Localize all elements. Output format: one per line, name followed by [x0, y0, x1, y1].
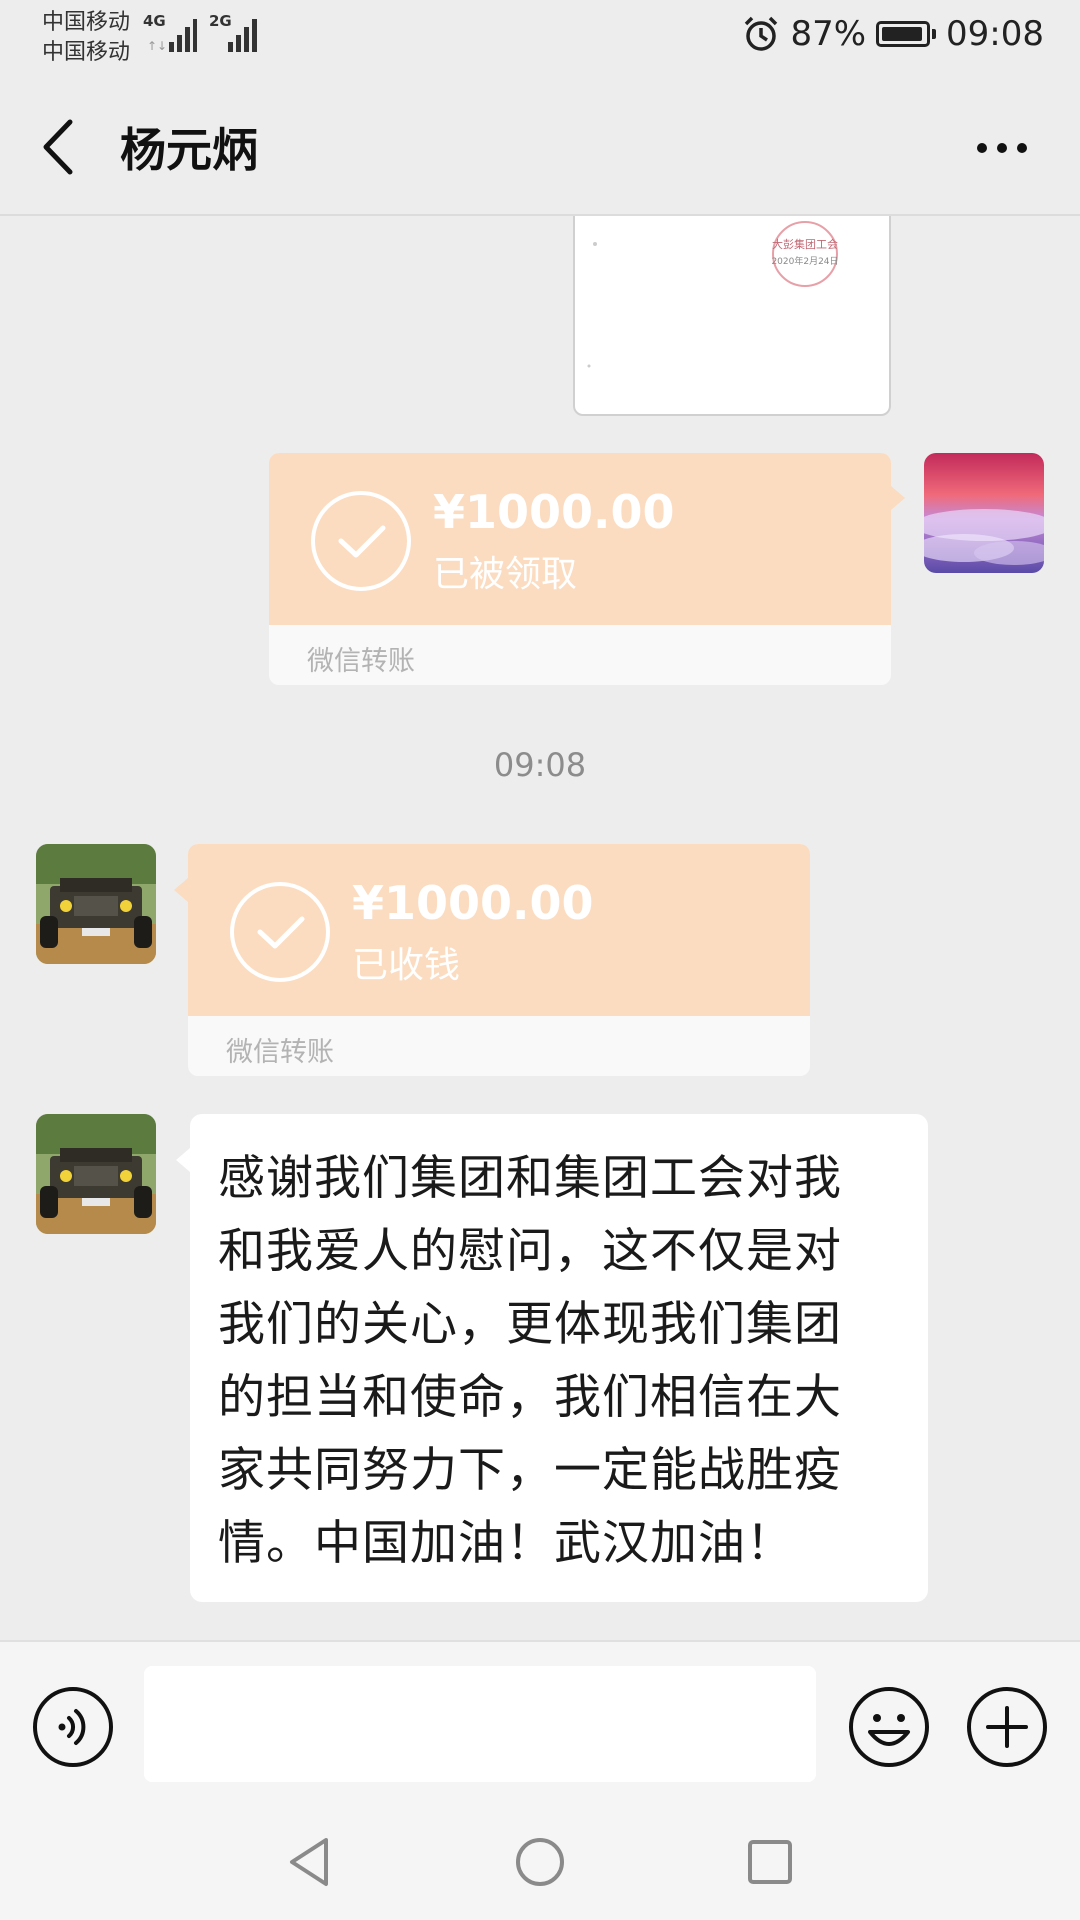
- jeep-avatar-image: [36, 844, 156, 964]
- message-line: 和我爱人的慰问，这不仅是对: [218, 1224, 842, 1279]
- official-stamp: 大彭集团工会 2020年2月24日: [587, 221, 839, 368]
- sunset-sea-avatar-image: [924, 453, 1044, 573]
- jeep-avatar-image: [36, 1114, 156, 1234]
- signal-icon-2: [228, 19, 257, 52]
- my-avatar[interactable]: [924, 453, 1044, 573]
- message-input-bar: [0, 1640, 1080, 1800]
- transfer-amount: ¥1000.00: [352, 876, 594, 930]
- chat-header: 杨元炳: [0, 76, 1080, 214]
- bubble-tail-left: [174, 878, 188, 902]
- transfer-footer: 微信转账: [226, 1037, 334, 1068]
- transfer-message-sent[interactable]: ¥1000.00 已被领取 微信转账: [269, 453, 891, 685]
- carrier-1: 中国移动: [42, 10, 131, 35]
- carrier-labels: 中国移动 中国移动: [42, 8, 130, 68]
- contact-avatar[interactable]: [36, 844, 156, 964]
- message-line: 的担当和使命，我们相信在大: [218, 1370, 842, 1425]
- text-message-bubble[interactable]: 感谢我们集团和集团工会对我 和我爱人的慰问，这不仅是对 我们的关心，更体现我们集…: [190, 1114, 928, 1602]
- transfer-amount: ¥1000.00: [433, 485, 675, 539]
- check-circle-icon: [311, 491, 411, 591]
- message-input[interactable]: [144, 1666, 816, 1782]
- voice-icon[interactable]: [32, 1686, 114, 1768]
- battery-tip: [932, 29, 937, 39]
- alarm-icon: [745, 16, 778, 51]
- transfer-status: 已被领取: [433, 554, 578, 595]
- svg-text:2020年2月24日: 2020年2月24日: [771, 255, 838, 267]
- back-arrow-icon[interactable]: [34, 112, 84, 182]
- carrier-2: 中国移动: [42, 40, 131, 65]
- bubble-tail-left: [176, 1148, 190, 1172]
- status-bar: 中国移动 中国移动 4G ↑↓ 2G 87% 09:08: [0, 0, 1080, 76]
- emoji-icon[interactable]: [848, 1686, 930, 1768]
- plus-icon[interactable]: [966, 1686, 1048, 1768]
- battery-percent: 87%: [790, 14, 867, 54]
- back-triangle-icon[interactable]: [282, 1834, 338, 1890]
- contact-avatar[interactable]: [36, 1114, 156, 1234]
- svg-text:↑↓: ↑↓: [147, 39, 167, 53]
- message-line: 感谢我们集团和集团工会对我: [218, 1151, 842, 1206]
- system-navigation-bar: [0, 1800, 1080, 1920]
- message-timestamp: 09:08: [493, 746, 587, 784]
- message-line: 情。中国加油！武汉加油！: [218, 1516, 794, 1571]
- wechat-chat-screen: 中国移动 中国移动 4G ↑↓ 2G 87% 09:08 杨元炳 大彭集团工会 …: [0, 0, 1080, 1920]
- document-image-message[interactable]: 大彭集团工会 2020年2月24日: [573, 216, 891, 416]
- clock-time: 09:08: [946, 14, 1044, 54]
- message-line: 家共同努力下，一定能战胜疫: [218, 1443, 842, 1498]
- chat-message-list[interactable]: 大彭集团工会 2020年2月24日 ¥1000.00 已被领取 微信转账 09:…: [0, 216, 1080, 1640]
- check-circle-icon: [230, 882, 330, 982]
- transfer-status: 已收钱: [352, 945, 461, 986]
- transfer-message-received[interactable]: ¥1000.00 已收钱 微信转账: [188, 844, 810, 1076]
- bubble-tail-right: [891, 486, 905, 510]
- transfer-footer: 微信转账: [307, 646, 415, 677]
- contact-name: 杨元炳: [120, 123, 258, 177]
- message-line: 我们的关心，更体现我们集团: [218, 1297, 842, 1352]
- signal-icon-1: ↑↓: [147, 19, 197, 53]
- more-options-icon[interactable]: [972, 128, 1032, 168]
- battery-icon: [876, 21, 931, 47]
- svg-text:大彭集团工会: 大彭集团工会: [772, 237, 838, 251]
- home-circle-icon[interactable]: [512, 1834, 568, 1890]
- recents-square-icon[interactable]: [742, 1834, 798, 1890]
- status-right: 87% 09:08: [742, 14, 1044, 54]
